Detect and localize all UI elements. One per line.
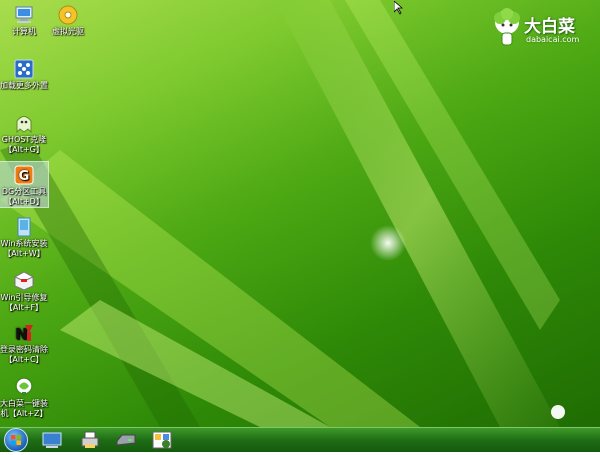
icon-shortcut: 【Alt+W】 bbox=[3, 249, 45, 258]
desktop-icon-load-device[interactable]: 加载更多外置 bbox=[0, 56, 48, 91]
network-icon bbox=[42, 432, 62, 448]
computer-icon bbox=[15, 6, 33, 23]
desktop-icon-ghost[interactable]: GHOST克隆 【Alt+G】 bbox=[0, 110, 48, 155]
desktop-icon-win-installer[interactable]: Win系统安装 【Alt+W】 bbox=[0, 214, 48, 259]
taskbar-network-button[interactable] bbox=[40, 429, 64, 451]
tools-icon bbox=[152, 431, 172, 449]
icon-shortcut: 【Alt+G】 bbox=[4, 145, 44, 154]
diskgenius-icon: G bbox=[14, 165, 34, 185]
windows-logo-icon bbox=[11, 435, 21, 445]
icon-label: 大白菜一键装 bbox=[0, 399, 48, 408]
icon-shortcut: 机【Alt+Z】 bbox=[0, 409, 48, 418]
icon-label: 虚拟光驱 bbox=[52, 27, 84, 36]
icon-shortcut: 【Alt+F】 bbox=[4, 303, 44, 312]
brand-name: 大白菜 bbox=[524, 17, 575, 37]
icon-label: Win系统安装 bbox=[0, 239, 48, 248]
cabbage-icon bbox=[494, 8, 520, 46]
drive-icon bbox=[116, 434, 136, 446]
svg-text:N: N bbox=[15, 325, 28, 343]
brand-logo: 大白菜 dabaicai.com bbox=[490, 8, 590, 50]
wallpaper-streaks bbox=[0, 0, 565, 427]
win-installer-icon bbox=[17, 217, 31, 237]
icon-label: DG分区工具 bbox=[1, 187, 47, 196]
printer-icon bbox=[81, 431, 99, 448]
icon-label: 登录密码清除 bbox=[0, 345, 48, 354]
icon-shortcut: 【Alt+C】 bbox=[4, 355, 44, 364]
desktop-icon-password-clear[interactable]: N 登录密码清除 【Alt+C】 bbox=[0, 320, 48, 365]
taskbar-tools-button[interactable] bbox=[150, 429, 174, 451]
desktop[interactable]: 计算机 虚拟光驱 加载更多外置 GHOST克隆 【Alt+G】 G DG分区工具 bbox=[0, 0, 600, 427]
desktop-icon-diskgenius[interactable]: G DG分区工具 【Alt+D】 bbox=[0, 161, 49, 208]
icon-label: 加载更多外置 bbox=[0, 81, 48, 90]
icon-shortcut: 【Alt+D】 bbox=[4, 197, 44, 206]
load-device-icon bbox=[14, 59, 34, 79]
desktop-icon-virtual-disc[interactable]: 虚拟光驱 bbox=[44, 2, 92, 37]
desktop-icon-boot-repair[interactable]: Win引导修复 【Alt+F】 bbox=[0, 268, 48, 313]
icon-label: Win引导修复 bbox=[0, 293, 48, 302]
ghost-icon bbox=[16, 116, 32, 134]
password-clear-icon: N bbox=[15, 325, 33, 343]
one-key-install-icon bbox=[15, 377, 33, 396]
taskbar bbox=[0, 427, 600, 452]
svg-text:G: G bbox=[19, 169, 30, 184]
start-button[interactable] bbox=[4, 428, 28, 452]
desktop-icon-computer[interactable]: 计算机 bbox=[0, 2, 48, 37]
virtual-disc-icon bbox=[58, 5, 78, 25]
icon-label: GHOST克隆 bbox=[1, 135, 47, 144]
icon-label: 计算机 bbox=[12, 27, 36, 36]
taskbar-drive-button[interactable] bbox=[114, 429, 138, 451]
taskbar-printer-button[interactable] bbox=[78, 429, 102, 451]
brand-domain: dabaicai.com bbox=[526, 35, 580, 44]
mouse-cursor-icon bbox=[393, 0, 404, 15]
desktop-icon-one-key-install[interactable]: 大白菜一键装 机【Alt+Z】 bbox=[0, 374, 48, 419]
boot-repair-icon bbox=[13, 271, 35, 291]
